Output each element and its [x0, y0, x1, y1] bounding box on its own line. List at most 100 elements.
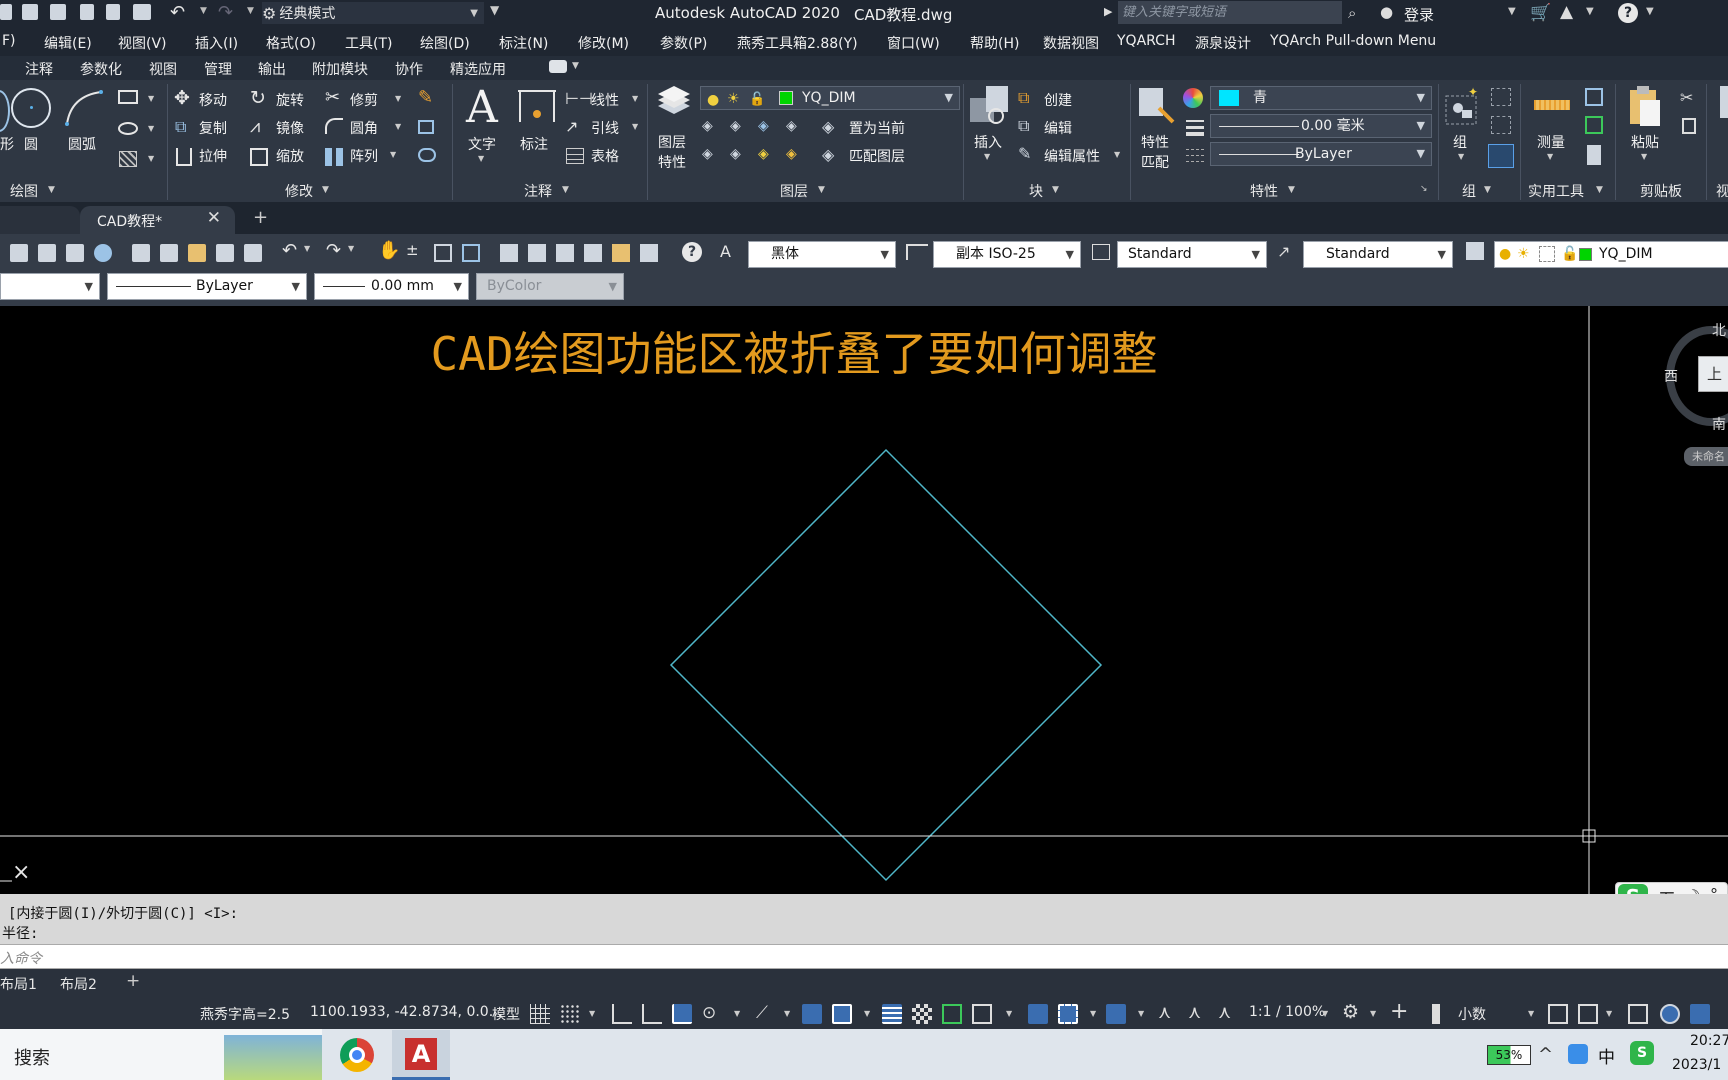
clean-screen-icon[interactable]	[1690, 1004, 1710, 1024]
start-tab-partial[interactable]	[0, 206, 80, 234]
lock-ui-icon[interactable]	[1578, 1004, 1598, 1024]
arc-icon[interactable]	[63, 88, 107, 128]
annotation-scale-value[interactable]: 1:1 / 100%	[1249, 1004, 1325, 1020]
mleader-style-dropdown[interactable]: Standard ▼	[1303, 241, 1453, 268]
tab-layout2[interactable]: 布局2	[60, 974, 97, 994]
color-toolbar-dropdown[interactable]: ▼	[0, 273, 100, 300]
export-icon[interactable]	[106, 4, 120, 20]
close-icon[interactable]: ✕	[207, 208, 221, 228]
object-snap-icon[interactable]	[832, 1004, 852, 1024]
menu-yqarch-pulldown[interactable]: YQArch Pull-down Menu	[1270, 33, 1436, 49]
menu-draw[interactable]: 绘图(D)	[420, 33, 470, 53]
erase-icon[interactable]: ✎	[418, 87, 433, 108]
measure-dropdown-icon[interactable]: ▼	[1547, 152, 1553, 161]
menu-file[interactable]: F)	[2, 33, 16, 49]
infer-constraints-icon[interactable]	[612, 1004, 632, 1024]
modify-panel-title[interactable]: 修改	[285, 181, 313, 201]
block-editor-icon[interactable]	[244, 244, 262, 262]
layer-on-all-icon[interactable]: ◈	[702, 146, 713, 162]
layer-freeze-icon[interactable]: ◈	[758, 118, 769, 134]
gizmo-icon[interactable]	[1106, 1004, 1126, 1024]
layers-panel-title[interactable]: 图层	[780, 181, 808, 201]
tab-view[interactable]: 视图	[149, 59, 177, 79]
color-dropdown[interactable]: 青 ▼	[1210, 86, 1432, 110]
group-panel-title[interactable]: 组	[1462, 181, 1476, 201]
compass-west[interactable]: 西	[1664, 366, 1678, 386]
table-button[interactable]: 表格	[591, 146, 619, 166]
copy-button[interactable]: 复制	[199, 118, 227, 138]
utilities-panel-title[interactable]: 实用工具	[1528, 181, 1584, 201]
trim-dropdown-icon[interactable]: ▼	[395, 94, 401, 103]
draw-panel-expand-icon[interactable]: ▼	[48, 185, 55, 195]
new-tab-icon[interactable]: +	[253, 207, 268, 228]
command-input[interactable]: 入命令	[0, 944, 1728, 969]
linetype-toolbar-dropdown[interactable]: ByLayer ▼	[107, 273, 307, 300]
filter-dropdown-icon[interactable]: ▼	[1090, 1009, 1096, 1018]
tray-app-icon[interactable]	[1568, 1044, 1588, 1064]
layer-toolbar-dropdown[interactable]: ● ☀ 🔓 YQ_DIM	[1494, 241, 1728, 268]
properties-panel-expand-icon[interactable]: ▼	[1288, 185, 1295, 195]
fillet-button[interactable]: 圆角	[350, 118, 378, 138]
lineweight-display-icon[interactable]	[882, 1004, 902, 1024]
model-space-button[interactable]: 模型	[492, 1004, 520, 1024]
hardware-acceleration-icon[interactable]	[1660, 1004, 1680, 1024]
isometric-icon[interactable]: ⟋	[756, 1003, 768, 1023]
open-icon[interactable]	[0, 4, 12, 20]
clock-time[interactable]: 20:27	[1690, 1033, 1728, 1049]
tab-manage[interactable]: 管理	[204, 59, 232, 79]
selection-cycling-icon[interactable]	[942, 1004, 962, 1024]
offset-icon[interactable]	[418, 148, 436, 162]
stretch-button[interactable]: 拉伸	[199, 146, 227, 166]
plot-icon[interactable]	[133, 4, 151, 20]
edit-attributes-dropdown-icon[interactable]: ▼	[1114, 150, 1120, 159]
group-button[interactable]: 组	[1453, 132, 1467, 152]
explode-icon[interactable]	[418, 120, 434, 134]
layer-dropdown[interactable]: ● ☀ 🔓 YQ_DIM ▼	[700, 86, 960, 110]
units-dropdown-icon[interactable]: ▼	[1528, 1009, 1534, 1018]
save-icon[interactable]	[22, 4, 38, 20]
text-dropdown-icon[interactable]: ▼	[478, 154, 484, 163]
rotate-button[interactable]: 旋转	[276, 90, 304, 110]
copy-clip-icon[interactable]	[1682, 118, 1696, 134]
sheet-set-icon[interactable]	[584, 244, 602, 262]
compass-north[interactable]: 北	[1712, 320, 1726, 340]
undo-tool-dropdown-icon[interactable]: ▼	[304, 244, 310, 253]
menu-yuanquan[interactable]: 源泉设计	[1195, 33, 1251, 53]
snap-icon[interactable]	[560, 1004, 580, 1024]
a360-dropdown-icon[interactable]: ▼	[1586, 6, 1594, 17]
select-all-icon[interactable]	[1585, 116, 1603, 134]
login-button[interactable]: 登录	[1404, 4, 1434, 25]
ucs-menu[interactable]: 未命名	[1684, 447, 1728, 466]
leader-button[interactable]: 引线	[591, 118, 619, 138]
scale-button[interactable]: 缩放	[276, 146, 304, 166]
battery-indicator[interactable]: 53%	[1487, 1045, 1531, 1065]
circle-label[interactable]: 圆	[24, 134, 38, 154]
layer-unlock-icon[interactable]: ◈	[786, 146, 797, 162]
insert-button[interactable]: 插入	[974, 132, 1002, 152]
group-selection-icon[interactable]	[1488, 144, 1514, 168]
annotation-scale-icon[interactable]: ⋏	[1218, 1002, 1231, 1023]
annotation-visibility-icon[interactable]: ⋏	[1158, 1002, 1171, 1023]
units-value[interactable]: 小数	[1458, 1004, 1486, 1024]
object-snap-tracking-icon[interactable]	[802, 1004, 822, 1024]
array-dropdown-icon[interactable]: ▼	[390, 150, 396, 159]
redo-tool-icon[interactable]: ↷	[326, 240, 341, 261]
layer-unisolate-icon[interactable]: ◈	[730, 146, 741, 162]
group-panel-expand-icon[interactable]: ▼	[1484, 185, 1491, 195]
fillet-dropdown-icon[interactable]: ▼	[395, 122, 401, 131]
linear-button[interactable]: 线性	[591, 90, 619, 110]
trim-button[interactable]: 修剪	[350, 90, 378, 110]
publish-icon[interactable]	[66, 244, 84, 262]
text-style-dropdown[interactable]: 黑体 ▼	[748, 241, 896, 268]
print-preview-icon[interactable]	[38, 244, 56, 262]
cut-icon[interactable]: ✂	[1680, 88, 1693, 107]
quickcalc-icon[interactable]	[640, 244, 658, 262]
menu-dimension[interactable]: 标注(N)	[499, 33, 548, 53]
menu-yqarch[interactable]: YQARCH	[1117, 33, 1175, 49]
annotation-panel-expand-icon[interactable]: ▼	[562, 185, 569, 195]
ellipse-icon[interactable]	[118, 122, 138, 135]
quick-select-icon[interactable]	[1585, 88, 1603, 106]
annotation-panel-title[interactable]: 注释	[524, 181, 552, 201]
osnap-dropdown-icon[interactable]: ▼	[864, 1009, 870, 1018]
binoculars-icon[interactable]: ⌕	[1348, 4, 1356, 22]
